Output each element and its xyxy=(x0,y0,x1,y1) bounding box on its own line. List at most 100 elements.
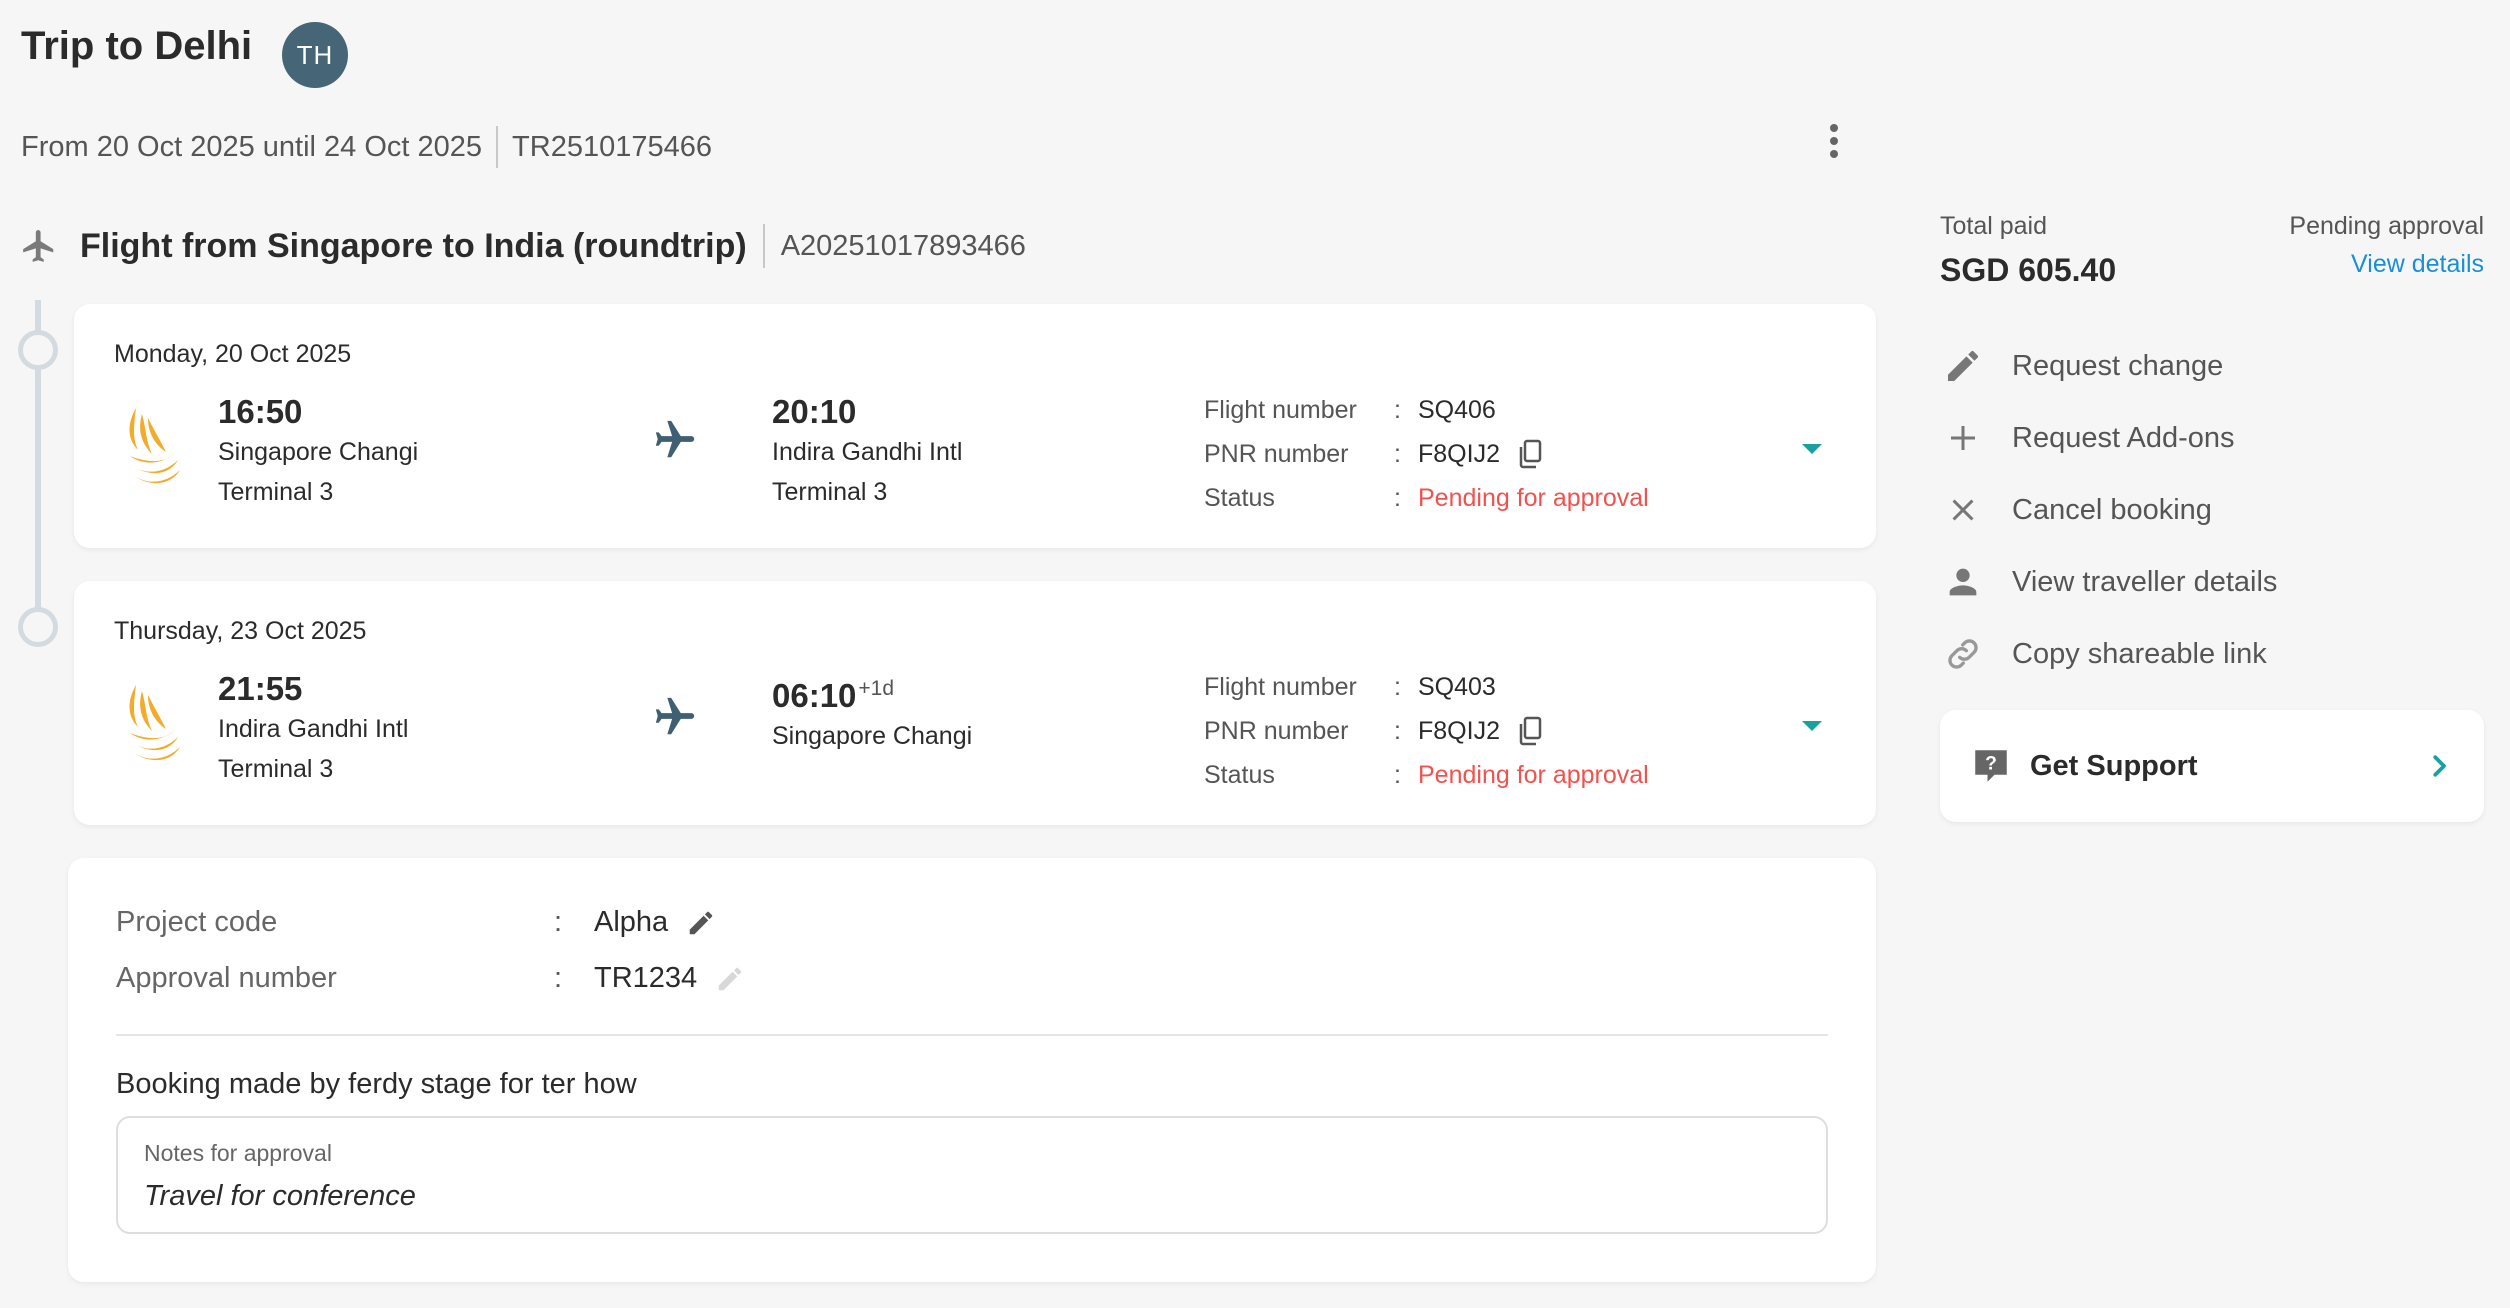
trip-date-range: From 20 Oct 2025 until 24 Oct 2025 xyxy=(21,130,483,163)
approval-notes-field: Notes for approval Travel for conference xyxy=(116,1116,1828,1234)
colon: : xyxy=(1394,760,1401,789)
action-label: Copy shareable link xyxy=(2012,637,2267,670)
flight-direction-icon xyxy=(655,420,695,458)
copy-icon[interactable] xyxy=(1516,715,1544,747)
person-icon xyxy=(1940,559,1986,605)
day-offset-badge: +1d xyxy=(858,677,895,700)
approval-number-label: Approval number xyxy=(116,962,337,994)
project-code-value: Alpha xyxy=(594,906,669,938)
flight-segment-card[interactable]: Monday, 20 Oct 2025 16:50 Singapore Chan… xyxy=(74,304,1876,548)
get-support-button[interactable]: ? Get Support xyxy=(1940,710,2484,822)
total-paid-value: SGD 605.40 xyxy=(1940,252,2117,288)
pnr-value: F8QIJ2 xyxy=(1418,716,1500,745)
notes-label: Notes for approval xyxy=(144,1140,332,1166)
arrival-block: 06:10+1d Singapore Changi xyxy=(772,669,972,756)
arrival-time: 06:10 xyxy=(772,677,857,714)
airline-logo-icon xyxy=(129,685,180,761)
copy-icon[interactable] xyxy=(1516,438,1544,470)
departure-time: 21:55 xyxy=(218,670,303,707)
svg-text:?: ? xyxy=(1985,754,1997,775)
flight-header: Flight from Singapore to India (roundtri… xyxy=(20,224,1026,268)
page-title: Trip to Delhi xyxy=(21,24,253,68)
flight-number-value: SQ406 xyxy=(1418,395,1496,424)
arrival-airport: Indira Gandhi Intl xyxy=(772,438,963,466)
pnr-value: F8QIJ2 xyxy=(1418,439,1500,468)
plus-icon xyxy=(1940,415,1986,461)
flight-number-label: Flight number xyxy=(1204,395,1357,424)
arrival-block: 20:10 Indira Gandhi Intl Terminal 3 xyxy=(772,392,962,512)
project-code-row: Project code : Alpha xyxy=(116,906,716,939)
view-traveller-details-button[interactable]: View traveller details xyxy=(1940,546,2277,618)
get-support-label: Get Support xyxy=(2030,749,2198,782)
departure-terminal: Terminal 3 xyxy=(218,755,334,783)
segment-date: Monday, 20 Oct 2025 xyxy=(114,340,352,368)
arrival-terminal: Terminal 3 xyxy=(772,478,888,506)
trip-id: TR2510175466 xyxy=(512,130,712,163)
chevron-down-icon[interactable] xyxy=(1802,444,1822,454)
airplane-icon xyxy=(23,230,54,262)
avatar[interactable]: TH xyxy=(282,22,348,88)
notes-value: Travel for conference xyxy=(144,1180,416,1212)
divider xyxy=(762,224,765,268)
timeline-node xyxy=(18,330,58,370)
action-list: Request change Request Add-ons Cancel bo… xyxy=(1940,330,2277,690)
flight-info: Flight number: SQ403 PNR number: F8QIJ2 St… xyxy=(1204,665,1649,797)
divider xyxy=(496,126,499,168)
flight-number-label: Flight number xyxy=(1204,672,1357,701)
pnr-label: PNR number xyxy=(1204,439,1349,468)
colon: : xyxy=(1394,716,1401,745)
arrival-airport: Singapore Changi xyxy=(772,722,973,750)
copy-shareable-link-button[interactable]: Copy shareable link xyxy=(1940,618,2277,690)
status-label: Status xyxy=(1204,483,1275,512)
total-paid-label: Total paid xyxy=(1940,212,2048,240)
trip-subheader: From 20 Oct 2025 until 24 Oct 2025 TR251… xyxy=(21,126,712,168)
help-chat-icon: ? xyxy=(1975,750,2007,782)
action-label: Request change xyxy=(2012,349,2224,382)
approval-number-row: Approval number : TR1234 xyxy=(116,962,745,995)
request-change-button[interactable]: Request change xyxy=(1940,330,2277,402)
booking-details-card: Project code : Alpha Approval number : T… xyxy=(68,858,1876,1282)
flight-title: Flight from Singapore to India (roundtri… xyxy=(80,226,747,265)
airline-logo-icon xyxy=(129,408,180,484)
departure-block: 21:55 Indira Gandhi Intl Terminal 3 xyxy=(218,669,408,789)
departure-terminal: Terminal 3 xyxy=(218,478,334,506)
colon: : xyxy=(1394,395,1401,424)
departure-time: 16:50 xyxy=(218,393,303,430)
colon: : xyxy=(554,906,563,938)
colon: : xyxy=(1394,439,1401,468)
more-options-icon[interactable] xyxy=(1822,118,1846,164)
close-icon xyxy=(1940,487,1986,533)
booked-by-text: Booking made by ferdy stage for ter how xyxy=(116,1068,637,1100)
request-addons-button[interactable]: Request Add-ons xyxy=(1940,402,2277,474)
status-badge: Pending for approval xyxy=(1418,483,1649,512)
action-label: Cancel booking xyxy=(2012,493,2212,526)
chevron-down-icon[interactable] xyxy=(1802,721,1822,731)
flight-segment-card[interactable]: Thursday, 23 Oct 2025 21:55 Indira Gandh… xyxy=(74,581,1876,825)
segment-date: Thursday, 23 Oct 2025 xyxy=(114,617,367,645)
project-code-label: Project code xyxy=(116,906,278,938)
action-label: View traveller details xyxy=(2012,565,2278,598)
colon: : xyxy=(554,962,563,994)
view-details-link[interactable]: View details xyxy=(2351,250,2484,279)
flight-info: Flight number: SQ406 PNR number: F8QIJ2 St… xyxy=(1204,388,1649,520)
booking-id: A20251017893466 xyxy=(780,229,1026,262)
flight-direction-icon xyxy=(655,697,695,735)
departure-airport: Indira Gandhi Intl xyxy=(218,715,409,743)
chevron-right-icon xyxy=(2433,755,2446,777)
cancel-booking-button[interactable]: Cancel booking xyxy=(1940,474,2277,546)
status-badge: Pending for approval xyxy=(1418,760,1649,789)
pnr-label: PNR number xyxy=(1204,716,1349,745)
colon: : xyxy=(1394,483,1401,512)
action-label: Request Add-ons xyxy=(2012,421,2235,454)
link-icon xyxy=(1940,631,1986,677)
timeline-node xyxy=(18,607,58,647)
departure-airport: Singapore Changi xyxy=(218,438,419,466)
status-label: Status xyxy=(1204,760,1275,789)
pencil-icon xyxy=(1940,343,1986,389)
divider xyxy=(116,1034,1828,1036)
approval-status: Pending approval xyxy=(2289,212,2484,240)
departure-block: 16:50 Singapore Changi Terminal 3 xyxy=(218,392,418,512)
edit-pencil-icon[interactable] xyxy=(686,908,716,938)
flight-number-value: SQ403 xyxy=(1418,672,1496,701)
approval-number-value: TR1234 xyxy=(594,962,698,994)
